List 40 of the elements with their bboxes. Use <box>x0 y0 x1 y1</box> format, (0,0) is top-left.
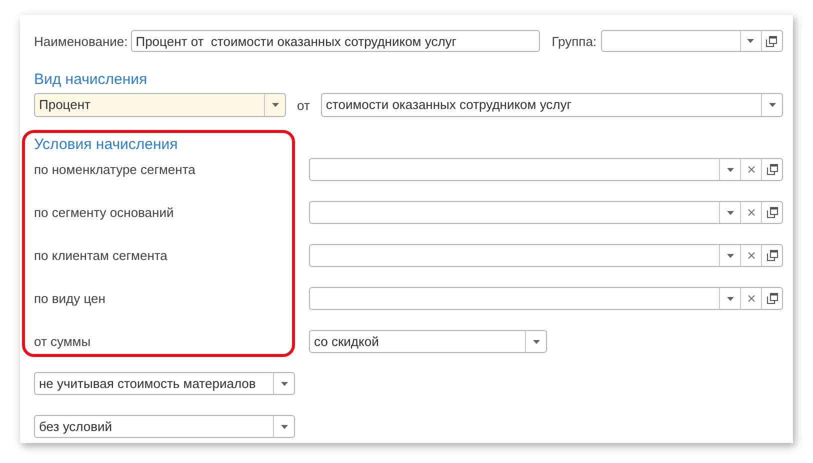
group-field[interactable] <box>600 30 783 52</box>
select-field[interactable]: стоимости оказанных сотрудником услуг <box>320 93 783 117</box>
window-icon <box>766 164 778 175</box>
field-label: от <box>297 96 310 114</box>
field-label: по клиентам сегмента <box>34 247 168 265</box>
caret-icon <box>726 296 734 300</box>
clear-icon <box>748 252 754 259</box>
field-label: Наименование: <box>34 32 128 50</box>
section-heading: Вид начисления <box>34 71 148 89</box>
reference-field[interactable] <box>309 201 783 224</box>
window-icon <box>766 36 778 46</box>
clear-icon <box>748 166 754 173</box>
caret-icon <box>532 340 540 344</box>
window-icon <box>766 250 778 261</box>
field-label: от суммы <box>34 333 92 351</box>
select-field[interactable]: без условий <box>34 415 295 438</box>
window-icon <box>766 293 778 304</box>
caret-icon <box>280 382 288 386</box>
field-label: по номенклатуре сегмента <box>34 161 196 179</box>
field-label: по виду цен <box>34 290 106 308</box>
clear-icon <box>748 295 754 302</box>
select-field[interactable]: не учитывая стоимость материалов <box>34 372 295 395</box>
name-field[interactable]: Процент от стоимости оказанных сотрудником услуг <box>130 30 540 52</box>
caret-icon <box>272 103 278 107</box>
caret-icon <box>280 424 288 428</box>
caret-icon <box>768 103 776 107</box>
select-field[interactable]: со скидкой <box>309 330 547 353</box>
section-heading: Условия начисления <box>34 136 179 154</box>
caret-icon <box>726 254 734 258</box>
reference-field[interactable] <box>309 158 783 181</box>
select-field[interactable]: Процент <box>34 93 286 117</box>
field-label: Группа: <box>552 32 597 51</box>
caret-icon <box>747 39 754 43</box>
field-label: по сегменту оснований <box>34 204 175 222</box>
reference-field[interactable] <box>309 244 783 267</box>
clear-icon <box>748 209 754 216</box>
caret-icon <box>726 210 734 214</box>
caret-icon <box>726 168 734 172</box>
reference-field[interactable] <box>309 287 783 310</box>
window-icon <box>766 207 778 218</box>
